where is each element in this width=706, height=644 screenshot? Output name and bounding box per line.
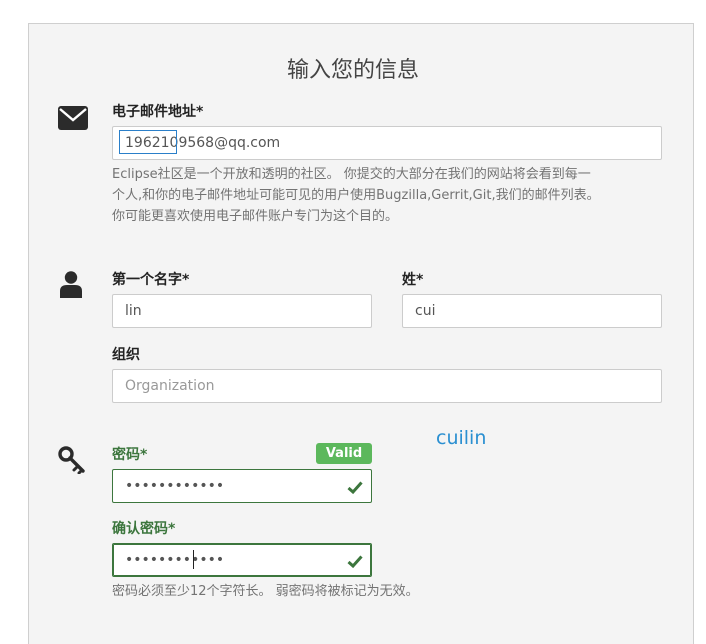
last-name-field[interactable]: cui [402,294,662,328]
check-icon [347,553,363,572]
confirm-password-field[interactable]: •••••••••••• [112,543,372,577]
valid-badge: Valid [316,443,372,464]
first-name-field[interactable]: lin [112,294,372,328]
confirm-password-label: 确认密码* [112,521,176,537]
key-icon [58,446,86,474]
email-field[interactable]: 1962109568@qq.com [112,126,662,160]
password-label: 密码* [112,447,148,463]
password-field[interactable]: •••••••••••• [112,469,372,503]
text-caret [193,550,194,569]
email-help-line: 个人,和你的电子邮件地址可能可见的用户使用Bugzilla,Gerrit,Git… [112,188,600,203]
user-icon [60,271,82,298]
organization-field[interactable]: Organization [112,369,662,403]
email-help-line: Eclipse社区是一个开放和透明的社区。 你提交的大部分在我们的网站将会看到每… [112,167,591,182]
first-name-label: 第一个名字* [112,272,190,288]
text-selection-highlight [119,130,177,154]
annotation-text: cuilin [436,427,487,449]
envelope-icon [58,106,88,130]
email-help-line: 你可能更喜欢使用电子邮件账户专门为这个目的。 [112,209,399,224]
form-title: 输入您的信息 [286,58,419,83]
email-help-text: Eclipse社区是一个开放和透明的社区。 你提交的大部分在我们的网站将会看到每… [112,164,672,227]
email-label: 电子邮件地址* [112,104,204,120]
password-help-text: 密码必须至少12个字符长。 弱密码将被标记为无效。 [112,584,419,599]
organization-label: 组织 [112,347,140,363]
check-icon [347,479,363,498]
last-name-label: 姓* [402,272,424,288]
